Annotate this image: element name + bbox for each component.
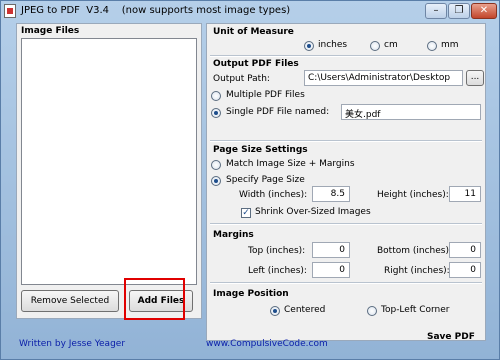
centered-label: Centered — [284, 305, 326, 315]
image-files-list[interactable] — [21, 38, 197, 285]
height-input[interactable]: 11 — [449, 186, 481, 202]
app-icon — [4, 4, 16, 18]
multiple-pdf-radio[interactable] — [211, 91, 221, 101]
separator — [210, 223, 482, 225]
width-label: Width (inches): — [239, 190, 308, 200]
unit-cm-label: cm — [384, 40, 398, 50]
unit-inches-label: inches — [318, 40, 348, 50]
close-button[interactable]: ✕ — [471, 3, 497, 19]
separator — [210, 282, 482, 284]
settings-panel: Unit of Measure inches cm mm Output PDF … — [206, 23, 486, 342]
specify-page-size-radio[interactable] — [211, 176, 221, 186]
author-credit: Written by Jesse Yeager — [19, 339, 126, 349]
single-pdf-label: Single PDF File named: — [226, 107, 330, 117]
minimize-button[interactable]: – — [425, 3, 447, 19]
height-label: Height (inches): — [377, 190, 449, 200]
page-size-header: Page Size Settings — [213, 145, 308, 155]
multiple-pdf-label: Multiple PDF Files — [226, 90, 305, 100]
bottom-margin-label: Bottom (inches): — [377, 246, 453, 256]
image-files-header: Image Files — [21, 26, 80, 36]
shrink-images-checkbox[interactable]: ✓ — [241, 208, 251, 218]
remove-selected-button[interactable]: Remove Selected — [21, 290, 119, 312]
top-left-corner-label: Top-Left Corner — [381, 305, 450, 315]
unit-cm-radio[interactable] — [370, 41, 380, 51]
specify-page-size-label: Specify Page Size — [226, 175, 305, 185]
left-margin-input[interactable]: 0 — [312, 262, 350, 278]
top-margin-label: Top (inches): — [248, 246, 306, 256]
match-image-size-radio[interactable] — [211, 160, 221, 170]
output-pdf-header: Output PDF Files — [213, 59, 299, 69]
shrink-images-label: Shrink Over-Sized Images — [255, 207, 371, 217]
browse-button[interactable]: ... — [466, 70, 484, 86]
single-pdf-radio[interactable] — [211, 108, 221, 118]
save-pdf-button[interactable]: Save PDF — [427, 332, 475, 342]
restore-button[interactable]: ❐ — [448, 3, 470, 19]
left-margin-label: Left (inches): — [248, 266, 307, 276]
output-path-input[interactable]: C:\Users\Administrator\Desktop — [304, 70, 463, 86]
top-margin-input[interactable]: 0 — [312, 242, 350, 258]
bottom-margin-input[interactable]: 0 — [449, 242, 481, 258]
unit-inches-radio[interactable] — [304, 41, 314, 51]
unit-mm-radio[interactable] — [427, 41, 437, 51]
top-left-corner-radio[interactable] — [367, 306, 377, 316]
right-margin-label: Right (inches): — [384, 266, 450, 276]
unit-of-measure-header: Unit of Measure — [213, 27, 294, 37]
app-window: JPEG to PDF V3.4 (now supports most imag… — [0, 0, 500, 360]
separator — [210, 55, 482, 57]
margins-header: Margins — [213, 230, 254, 240]
image-files-panel: Image Files Remove Selected Add Files — [16, 23, 202, 319]
pdf-filename-input[interactable]: 美女.pdf — [341, 104, 481, 120]
title-bar: JPEG to PDF V3.4 (now supports most imag… — [1, 1, 499, 23]
output-path-label: Output Path: — [213, 74, 270, 84]
right-margin-input[interactable]: 0 — [449, 262, 481, 278]
match-image-size-label: Match Image Size + Margins — [226, 159, 355, 169]
separator — [210, 140, 482, 142]
website-link[interactable]: www.CompulsiveCode.com — [206, 339, 328, 349]
window-title: JPEG to PDF V3.4 (now supports most imag… — [21, 5, 291, 16]
width-input[interactable]: 8.5 — [312, 186, 350, 202]
centered-radio[interactable] — [270, 306, 280, 316]
unit-mm-label: mm — [441, 40, 459, 50]
add-files-highlight-box — [124, 278, 185, 320]
image-position-header: Image Position — [213, 289, 289, 299]
